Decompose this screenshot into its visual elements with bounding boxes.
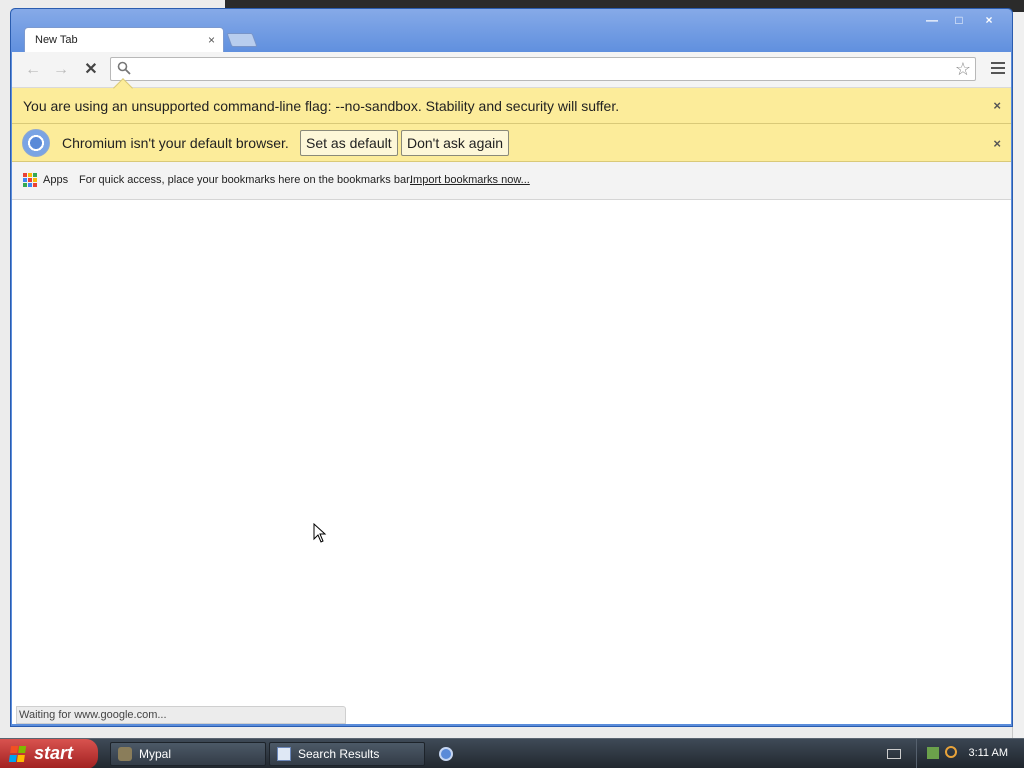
page-content[interactable] [12,200,1011,724]
network-tray-icon[interactable] [927,747,939,759]
mypal-icon [118,747,132,761]
mouse-cursor-icon [313,523,327,543]
infobar-default-close-icon[interactable]: × [993,136,1001,151]
window-titlebar[interactable]: — □ × New Tab × [11,9,1012,53]
start-label: start [34,743,74,763]
start-button[interactable]: start [0,739,98,768]
background-scrollbar[interactable] [1012,12,1024,740]
chrome-menu-icon[interactable] [991,62,1005,76]
infobar-flag-close-icon[interactable]: × [993,98,1001,113]
tab-title: New Tab [35,34,78,46]
dont-ask-again-button[interactable]: Don't ask again [401,130,510,156]
tab-close-icon[interactable]: × [208,33,215,47]
window-close-button[interactable]: × [974,12,1004,28]
browser-window: — □ × New Tab × ← → ✕ ☆ You are using an… [10,8,1013,727]
taskbar-item-search-results[interactable]: Search Results [269,742,425,766]
window-controls: — □ × [920,12,1004,28]
search-tray-icon[interactable] [945,746,957,758]
status-bubble: Waiting for www.google.com... [16,706,346,724]
new-tab-button[interactable] [226,33,258,47]
set-as-default-button[interactable]: Set as default [300,130,398,156]
maximize-button[interactable]: □ [947,12,971,28]
default-browser-infobar: Chromium isn't your default browser. Set… [12,124,1011,162]
apps-shortcut[interactable]: Apps [43,174,68,186]
stop-loading-button[interactable]: ✕ [82,61,100,79]
taskbar-item-label: Search Results [298,747,380,761]
back-button[interactable]: ← [24,61,42,79]
chromium-logo-icon [22,129,50,157]
system-tray: 3:11 AM [916,739,1024,768]
omnibox[interactable]: ☆ [110,57,976,81]
import-bookmarks-link[interactable]: Import bookmarks now... [410,174,530,186]
taskbar-item-label: Mypal [139,747,172,761]
keyboard-icon[interactable] [887,749,901,759]
taskbar: start Mypal Search Results 3:11 AM [0,738,1024,768]
forward-button[interactable]: → [52,61,70,79]
infobar-flag-message: You are using an unsupported command-lin… [23,98,620,114]
search-icon [117,61,131,75]
unsupported-flag-infobar: You are using an unsupported command-lin… [12,78,1011,124]
clock[interactable]: 3:11 AM [968,747,1008,759]
minimize-button[interactable]: — [920,12,944,28]
windows-logo-icon [8,746,27,762]
taskbar-item-mypal[interactable]: Mypal [110,742,266,766]
document-icon [277,747,291,761]
tab-new-tab[interactable]: New Tab × [24,27,224,53]
apps-grid-icon[interactable] [23,173,37,187]
browser-toolbar: ← → ✕ ☆ [12,52,1011,88]
bookmarks-bar: Apps For quick access, place your bookma… [12,162,1011,200]
bookmarks-hint: For quick access, place your bookmarks h… [79,174,413,186]
default-browser-message: Chromium isn't your default browser. [62,135,289,151]
address-input[interactable] [137,60,937,78]
bookmark-star-icon[interactable]: ☆ [955,59,971,79]
chromium-quicklaunch-icon[interactable] [439,747,453,761]
